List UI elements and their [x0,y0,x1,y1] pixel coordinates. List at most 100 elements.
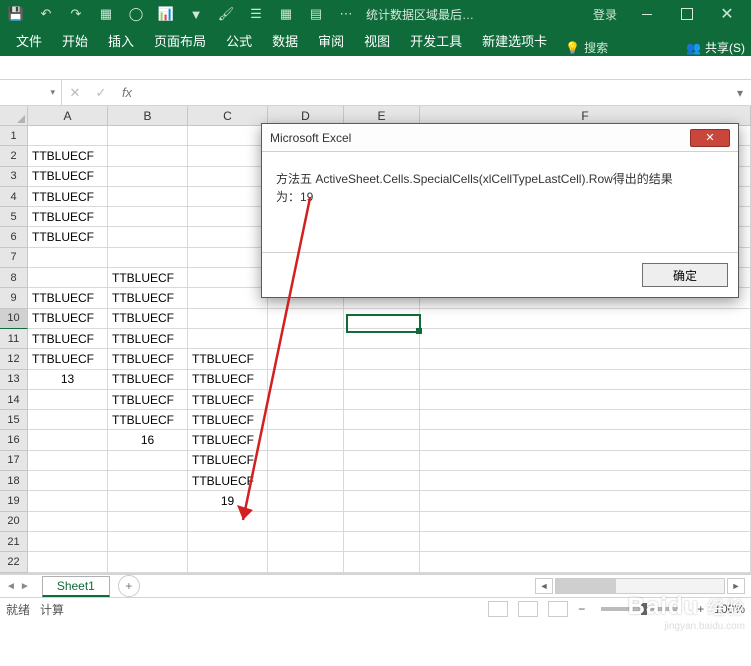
col-header-C[interactable]: C [188,106,268,125]
cell-E18[interactable] [344,471,420,491]
cell-A1[interactable] [28,126,108,146]
cell-A7[interactable] [28,248,108,268]
cell-D15[interactable] [268,410,344,430]
cell-C14[interactable]: TTBLUECF [188,390,268,410]
name-box-dropdown-icon[interactable]: ▾ [50,87,55,98]
cell-C17[interactable]: TTBLUECF [188,451,268,471]
cell-B4[interactable] [108,187,188,207]
cell-A10[interactable]: TTBLUECF [28,309,108,329]
cell-C7[interactable] [188,248,268,268]
cell-B22[interactable] [108,552,188,572]
row-header[interactable]: 4 [0,187,28,207]
tab-layout[interactable]: 页面布局 [144,25,216,56]
cell-A3[interactable]: TTBLUECF [28,167,108,187]
minimize-button[interactable] [627,0,667,28]
tab-data[interactable]: 数据 [262,25,308,56]
cell-B10[interactable]: TTBLUECF [108,309,188,329]
cell-C6[interactable] [188,227,268,247]
dialog-close-button[interactable]: ✕ [690,129,730,147]
cell-E14[interactable] [344,390,420,410]
cell-B3[interactable] [108,167,188,187]
row-header[interactable]: 20 [0,512,28,532]
cell-E15[interactable] [344,410,420,430]
cell-A6[interactable]: TTBLUECF [28,227,108,247]
cell-F11[interactable] [420,329,751,349]
cell-D12[interactable] [268,349,344,369]
save-icon[interactable]: 💾 [4,4,28,24]
cell-B19[interactable] [108,491,188,511]
cell-A22[interactable] [28,552,108,572]
row-header[interactable]: 3 [0,167,28,187]
cell-A2[interactable]: TTBLUECF [28,146,108,166]
cell-D11[interactable] [268,329,344,349]
cell-F10[interactable] [420,309,751,329]
cell-A18[interactable] [28,471,108,491]
cell-C11[interactable] [188,329,268,349]
cell-E10[interactable] [344,309,420,329]
cell-A4[interactable]: TTBLUECF [28,187,108,207]
cell-A9[interactable]: TTBLUECF [28,288,108,308]
dialog-ok-button[interactable]: 确定 [642,263,728,287]
cell-D18[interactable] [268,471,344,491]
cell-D20[interactable] [268,512,344,532]
cell-F15[interactable] [420,410,751,430]
cell-C3[interactable] [188,167,268,187]
border-icon[interactable]: ▦ [274,4,298,24]
tab-file[interactable]: 文件 [6,25,52,56]
cell-E12[interactable] [344,349,420,369]
redo-icon[interactable]: ↷ [64,4,88,24]
hscroll-thumb[interactable] [556,579,616,593]
sheet-nav[interactable]: ◄ ► [0,581,36,592]
cell-B2[interactable] [108,146,188,166]
tab-developer[interactable]: 开发工具 [400,25,472,56]
row-header[interactable]: 15 [0,410,28,430]
cell-E17[interactable] [344,451,420,471]
row-header[interactable]: 16 [0,430,28,450]
cell-B17[interactable] [108,451,188,471]
cell-A14[interactable] [28,390,108,410]
cell-F22[interactable] [420,552,751,572]
expand-formula-bar-icon[interactable]: ▾ [729,86,751,100]
row-header[interactable]: 13 [0,370,28,390]
tab-home[interactable]: 开始 [52,25,98,56]
row-header[interactable]: 8 [0,268,28,288]
select-all-corner[interactable] [0,106,28,125]
cell-A12[interactable]: TTBLUECF [28,349,108,369]
format-icon[interactable]: 🖌 [214,4,238,24]
cell-B9[interactable]: TTBLUECF [108,288,188,308]
close-button[interactable]: ✕ [707,0,747,28]
row-header[interactable]: 22 [0,552,28,572]
cell-A15[interactable] [28,410,108,430]
cell-C22[interactable] [188,552,268,572]
cell-C12[interactable]: TTBLUECF [188,349,268,369]
row-header[interactable]: 11 [0,329,28,349]
cell-F19[interactable] [420,491,751,511]
cell-C20[interactable] [188,512,268,532]
freeze-icon[interactable]: ▤ [304,4,328,24]
view-icon[interactable]: ☰ [244,4,268,24]
cell-E13[interactable] [344,370,420,390]
cell-C4[interactable] [188,187,268,207]
row-header[interactable]: 10 [0,309,28,329]
cell-E21[interactable] [344,532,420,552]
cell-C9[interactable] [188,288,268,308]
circle-icon[interactable]: ◯ [124,4,148,24]
cell-F13[interactable] [420,370,751,390]
row-header[interactable]: 7 [0,248,28,268]
maximize-button[interactable] [667,0,707,28]
cell-B20[interactable] [108,512,188,532]
cell-E19[interactable] [344,491,420,511]
tab-custom[interactable]: 新建选项卡 [472,25,557,56]
cell-F16[interactable] [420,430,751,450]
chart-icon[interactable]: 📊 [154,4,178,24]
cell-A17[interactable] [28,451,108,471]
row-header[interactable]: 19 [0,491,28,511]
cell-B12[interactable]: TTBLUECF [108,349,188,369]
fx-icon[interactable]: fx [114,85,140,100]
row-header[interactable]: 1 [0,126,28,146]
col-header-B[interactable]: B [108,106,188,125]
cell-F14[interactable] [420,390,751,410]
share-button[interactable]: 👥 共享(S) [686,39,745,56]
row-header[interactable]: 2 [0,146,28,166]
cell-B1[interactable] [108,126,188,146]
